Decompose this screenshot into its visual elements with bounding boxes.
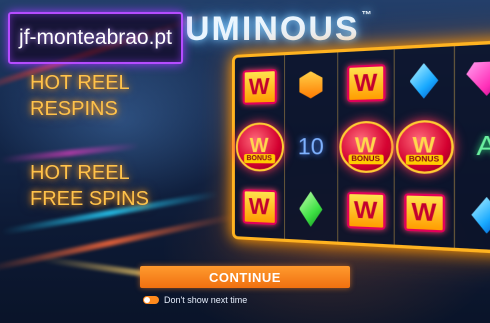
toggle-knob xyxy=(144,297,150,303)
reel-cell: W BONUS xyxy=(234,116,286,178)
feature-hot-reel-respins: HOT REEL RESPINS xyxy=(30,70,200,122)
wild-symbol: W xyxy=(346,63,385,102)
reel-cell: W xyxy=(338,178,395,245)
game-intro-screen: UMINOUS ™ jf-monteabrao.pt HOT REEL RESPI… xyxy=(0,0,490,323)
blue-gem-icon xyxy=(471,196,490,234)
bonus-symbol: W BONUS xyxy=(235,122,284,172)
bonus-label: BONUS xyxy=(348,154,384,165)
reel-cell: W xyxy=(338,49,395,116)
game-logo: UMINOUS ™ xyxy=(185,10,374,49)
slot-reels-preview: W W W BONUS 10 W BONUS W BONUS A W W W xyxy=(232,39,490,255)
reel-cell xyxy=(455,181,490,252)
reel-cell: W BONUS xyxy=(394,113,456,181)
wild-symbol: W xyxy=(242,68,277,105)
dont-show-label: Don't show next time xyxy=(164,295,248,305)
wild-symbol: W xyxy=(242,189,277,226)
pink-gem-icon xyxy=(466,60,490,96)
wild-symbol: W xyxy=(346,192,385,231)
orange-gem-icon xyxy=(299,71,322,99)
reel-cell: A xyxy=(455,112,490,181)
reel-cell xyxy=(285,177,339,242)
reel-cell xyxy=(455,43,490,114)
site-watermark-badge: jf-monteabrao.pt xyxy=(8,12,183,64)
feature-line: HOT REEL xyxy=(30,162,130,184)
wild-symbol: W xyxy=(403,193,445,233)
reel-cell xyxy=(285,52,339,117)
dont-show-option[interactable]: Don't show next time xyxy=(143,295,247,305)
feature-line: HOT REEL xyxy=(30,72,130,94)
bonus-label: BONUS xyxy=(405,154,443,165)
feature-line: FREE SPINS xyxy=(30,188,149,210)
reel-cell: W xyxy=(394,179,456,248)
reel-cell: W BONUS xyxy=(338,114,395,180)
bonus-label: BONUS xyxy=(243,154,275,164)
bonus-symbol: W BONUS xyxy=(395,119,454,175)
dont-show-toggle[interactable] xyxy=(143,296,159,304)
ten-symbol: 10 xyxy=(297,133,324,160)
reel-cell xyxy=(394,46,456,115)
feature-hot-reel-free-spins: HOT REEL FREE SPINS xyxy=(30,160,200,212)
bonus-symbol: W BONUS xyxy=(338,120,394,174)
ace-symbol: A xyxy=(476,130,490,163)
continue-button[interactable]: CONTINUE xyxy=(140,266,350,288)
trademark-symbol: ™ xyxy=(361,10,374,21)
reel-cell: W xyxy=(234,55,286,118)
green-gem-icon xyxy=(299,191,322,227)
feature-line: RESPINS xyxy=(30,98,118,120)
site-watermark-text: jf-monteabrao.pt xyxy=(19,26,172,49)
game-title-text: UMINOUS xyxy=(185,10,360,48)
blue-gem-icon xyxy=(410,62,439,99)
reel-cell: W xyxy=(234,176,286,239)
reel-cell: 10 xyxy=(285,115,339,179)
